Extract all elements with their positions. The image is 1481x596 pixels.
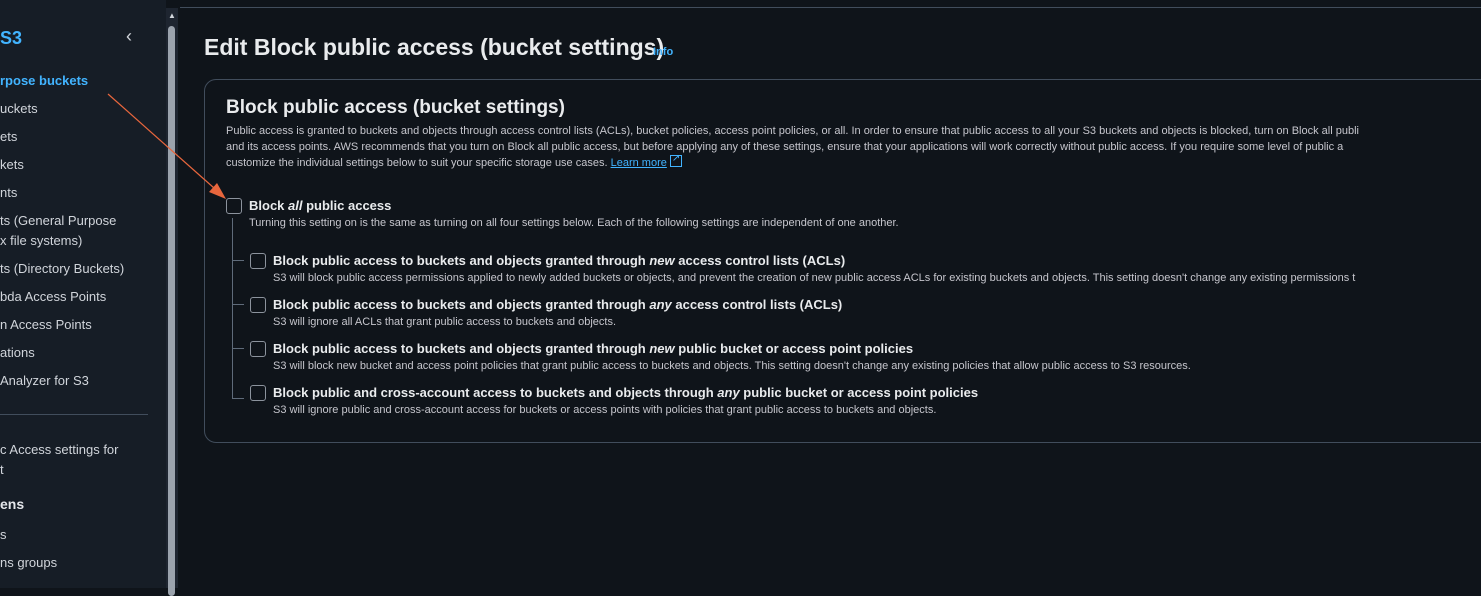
- top-border: [180, 7, 1481, 8]
- sidebar-item-iam-access-analyzer[interactable]: Analyzer for S3: [0, 371, 89, 391]
- card-description-line-1: Public access is granted to buckets and …: [226, 125, 1359, 137]
- sidebar-title[interactable]: S3: [0, 28, 22, 49]
- tree-connector-vertical: [232, 218, 233, 398]
- block-new-policies-checkbox[interactable]: [250, 341, 266, 357]
- sidebar-item-table-buckets[interactable]: ets: [0, 127, 17, 147]
- block-any-policies-description: S3 will ignore public and cross-account …: [273, 404, 937, 416]
- sidebar: S3 ‹ rpose buckets uckets ets kets nts t…: [0, 0, 166, 588]
- tree-connector: [232, 260, 244, 261]
- block-new-acls-checkbox[interactable]: [250, 253, 266, 269]
- sidebar-item-multi-region-access-points[interactable]: n Access Points: [0, 315, 92, 335]
- sidebar-item-dashboards[interactable]: s: [0, 525, 7, 545]
- scroll-thumb[interactable]: [168, 26, 175, 596]
- sidebar-scrollbar[interactable]: ▲: [166, 8, 178, 596]
- block-new-acls-description: S3 will block public access permissions …: [273, 272, 1356, 284]
- block-all-public-access-checkbox[interactable]: [226, 198, 242, 214]
- block-all-public-access-label[interactable]: Block all public access: [249, 198, 391, 213]
- sidebar-item-vector-buckets[interactable]: kets: [0, 155, 24, 175]
- card-description-line-3: customize the individual settings below …: [226, 157, 608, 169]
- tree-connector: [232, 398, 244, 399]
- block-any-policies-checkbox[interactable]: [250, 385, 266, 401]
- block-all-public-access-description: Turning this setting on is the same as t…: [249, 217, 899, 229]
- sidebar-item-batch-operations[interactable]: ations: [0, 343, 35, 363]
- block-new-policies-description: S3 will block new bucket and access poin…: [273, 360, 1191, 372]
- info-link[interactable]: Info: [653, 46, 673, 58]
- sidebar-section-storage-lens[interactable]: ens: [0, 496, 24, 512]
- sidebar-item-access-points-general[interactable]: ts (General Purpose: [0, 211, 116, 231]
- card-description: Public access is granted to buckets and …: [226, 123, 1481, 171]
- card-description-line-2: and its access points. AWS recommends th…: [226, 141, 1344, 153]
- sidebar-item-access-points-general-cont[interactable]: x file systems): [0, 231, 82, 251]
- sidebar-item-block-public-access-settings[interactable]: c Access settings for: [0, 440, 119, 460]
- block-any-acls-label[interactable]: Block public access to buckets and objec…: [273, 297, 842, 312]
- card-title: Block public access (bucket settings): [226, 97, 565, 118]
- tree-connector: [232, 304, 244, 305]
- tree-connector: [232, 348, 244, 349]
- block-any-policies-label[interactable]: Block public and cross-account access to…: [273, 385, 978, 400]
- block-new-policies-label[interactable]: Block public access to buckets and objec…: [273, 341, 913, 356]
- sidebar-item-access-points-directory[interactable]: ts (Directory Buckets): [0, 259, 124, 279]
- block-any-acls-description: S3 will ignore all ACLs that grant publi…: [273, 316, 617, 328]
- block-new-acls-label[interactable]: Block public access to buckets and objec…: [273, 253, 845, 268]
- sidebar-divider: [0, 414, 148, 415]
- block-any-acls-checkbox[interactable]: [250, 297, 266, 313]
- chevron-left-icon[interactable]: ‹: [126, 26, 142, 46]
- scroll-up-arrow-icon[interactable]: ▲: [166, 10, 178, 22]
- sidebar-item-directory-buckets[interactable]: uckets: [0, 99, 38, 119]
- sidebar-item-storage-lens-groups[interactable]: ns groups: [0, 553, 57, 573]
- sidebar-item-access-points[interactable]: nts: [0, 183, 17, 203]
- sidebar-item-general-purpose-buckets[interactable]: rpose buckets: [0, 71, 88, 91]
- page-title: Edit Block public access (bucket setting…: [204, 34, 665, 60]
- learn-more-link[interactable]: Learn more: [611, 157, 667, 169]
- sidebar-item-block-public-access-settings-cont[interactable]: t: [0, 460, 4, 480]
- external-link-icon[interactable]: [669, 151, 682, 167]
- sidebar-item-object-lambda-access-points[interactable]: bda Access Points: [0, 287, 106, 307]
